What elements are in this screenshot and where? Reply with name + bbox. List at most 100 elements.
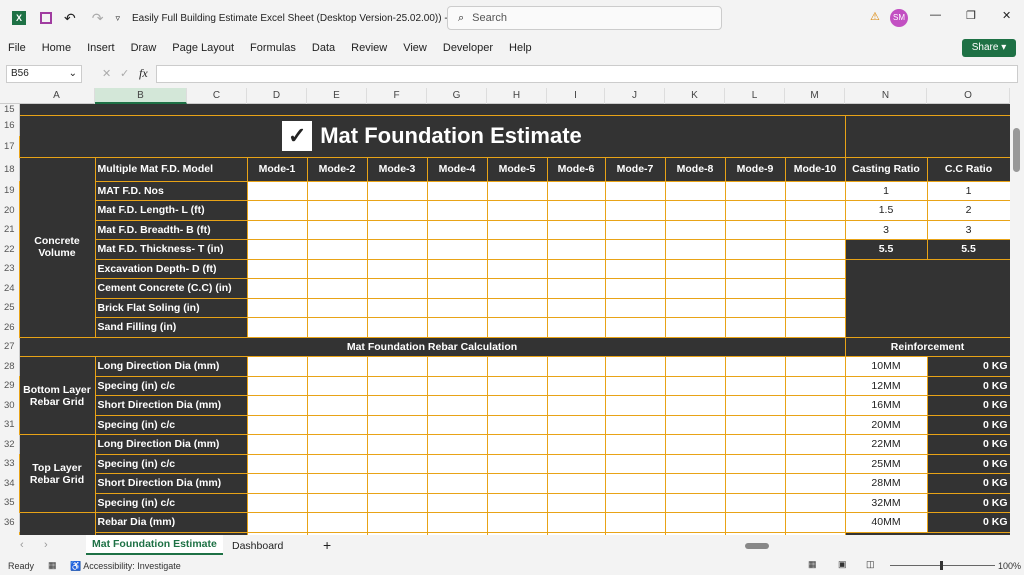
input-cell[interactable]	[366, 453, 428, 474]
input-cell[interactable]	[604, 219, 666, 240]
input-cell[interactable]	[246, 219, 308, 240]
input-cell[interactable]	[426, 375, 488, 396]
input-cell[interactable]	[604, 375, 666, 396]
save-icon[interactable]	[40, 12, 52, 24]
warning-icon[interactable]: ⚠	[870, 10, 880, 23]
input-cell[interactable]	[546, 356, 606, 377]
input-cell[interactable]	[784, 239, 846, 260]
input-cell[interactable]	[546, 200, 606, 221]
input-cell[interactable]	[486, 219, 548, 240]
column-header-f[interactable]: F	[367, 88, 427, 104]
row-header[interactable]: 25	[0, 298, 20, 318]
input-cell[interactable]	[486, 180, 548, 201]
input-cell[interactable]	[366, 200, 428, 221]
input-cell[interactable]	[366, 180, 428, 201]
insert-function-icon[interactable]: fx	[139, 66, 148, 81]
input-cell[interactable]	[306, 375, 368, 396]
input-cell[interactable]	[784, 512, 846, 533]
casting-ratio-value[interactable]: 3	[844, 219, 928, 240]
input-cell[interactable]	[546, 258, 606, 279]
customize-qat-icon[interactable]: ▿	[115, 13, 120, 24]
input-cell[interactable]	[366, 219, 428, 240]
input-cell[interactable]	[784, 180, 846, 201]
menu-draw[interactable]: Draw	[131, 42, 157, 54]
input-cell[interactable]	[246, 375, 308, 396]
prev-sheet-icon[interactable]: ‹	[20, 539, 24, 551]
column-header-m[interactable]: M	[785, 88, 845, 104]
input-cell[interactable]	[426, 258, 488, 279]
input-cell[interactable]	[486, 473, 548, 494]
input-cell[interactable]	[246, 258, 308, 279]
input-cell[interactable]	[604, 395, 666, 416]
input-cell[interactable]	[784, 414, 846, 435]
row-header[interactable]: 22	[0, 239, 20, 259]
input-cell[interactable]	[546, 395, 606, 416]
input-cell[interactable]	[784, 200, 846, 221]
column-header-l[interactable]: L	[725, 88, 785, 104]
menu-home[interactable]: Home	[42, 42, 71, 54]
input-cell[interactable]	[546, 434, 606, 455]
column-header-j[interactable]: J	[605, 88, 665, 104]
input-cell[interactable]	[246, 297, 308, 318]
row-header[interactable]: 29	[0, 376, 20, 396]
row-header[interactable]: 32	[0, 434, 20, 454]
input-cell[interactable]	[246, 512, 308, 533]
menu-page-layout[interactable]: Page Layout	[172, 42, 234, 54]
input-cell[interactable]	[724, 512, 786, 533]
input-cell[interactable]	[724, 200, 786, 221]
input-cell[interactable]	[724, 492, 786, 513]
page-layout-icon[interactable]: ▣	[838, 559, 847, 570]
row-header[interactable]: 18	[0, 157, 20, 181]
input-cell[interactable]	[306, 297, 368, 318]
input-cell[interactable]	[366, 414, 428, 435]
input-cell[interactable]	[724, 414, 786, 435]
input-cell[interactable]	[546, 453, 606, 474]
close-icon[interactable]: ✕	[1002, 9, 1011, 22]
input-cell[interactable]	[306, 512, 368, 533]
input-cell[interactable]	[306, 434, 368, 455]
input-cell[interactable]	[664, 356, 726, 377]
input-cell[interactable]	[546, 492, 606, 513]
input-cell[interactable]	[664, 317, 726, 338]
input-cell[interactable]	[546, 219, 606, 240]
input-cell[interactable]	[546, 473, 606, 494]
input-cell[interactable]	[306, 180, 368, 201]
input-cell[interactable]	[724, 297, 786, 318]
input-cell[interactable]	[246, 434, 308, 455]
input-cell[interactable]	[664, 297, 726, 318]
menu-data[interactable]: Data	[312, 42, 335, 54]
formula-input[interactable]	[156, 65, 1018, 83]
column-header-a[interactable]: A	[19, 88, 95, 104]
input-cell[interactable]	[306, 395, 368, 416]
input-cell[interactable]	[604, 258, 666, 279]
input-cell[interactable]	[604, 200, 666, 221]
row-header[interactable]: 24	[0, 278, 20, 298]
input-cell[interactable]	[246, 453, 308, 474]
input-cell[interactable]	[426, 453, 488, 474]
input-cell[interactable]	[724, 278, 786, 299]
input-cell[interactable]	[546, 375, 606, 396]
input-cell[interactable]	[246, 180, 308, 201]
input-cell[interactable]	[724, 239, 786, 260]
casting-ratio-value[interactable]: 1	[844, 180, 928, 201]
column-header-b[interactable]: B	[95, 88, 187, 104]
input-cell[interactable]	[664, 473, 726, 494]
input-cell[interactable]	[724, 453, 786, 474]
menu-formulas[interactable]: Formulas	[250, 42, 296, 54]
column-header-n[interactable]: N	[845, 88, 927, 104]
input-cell[interactable]	[486, 297, 548, 318]
macro-icon[interactable]: ▦	[48, 560, 57, 571]
horizontal-scrollbar[interactable]	[740, 543, 1000, 549]
input-cell[interactable]	[426, 219, 488, 240]
input-cell[interactable]	[604, 278, 666, 299]
input-cell[interactable]	[784, 356, 846, 377]
input-cell[interactable]	[664, 453, 726, 474]
input-cell[interactable]	[426, 473, 488, 494]
input-cell[interactable]	[546, 297, 606, 318]
menu-insert[interactable]: Insert	[87, 42, 115, 54]
input-cell[interactable]	[604, 239, 666, 260]
input-cell[interactable]	[366, 512, 428, 533]
input-cell[interactable]	[306, 473, 368, 494]
input-cell[interactable]	[784, 297, 846, 318]
input-cell[interactable]	[486, 356, 548, 377]
